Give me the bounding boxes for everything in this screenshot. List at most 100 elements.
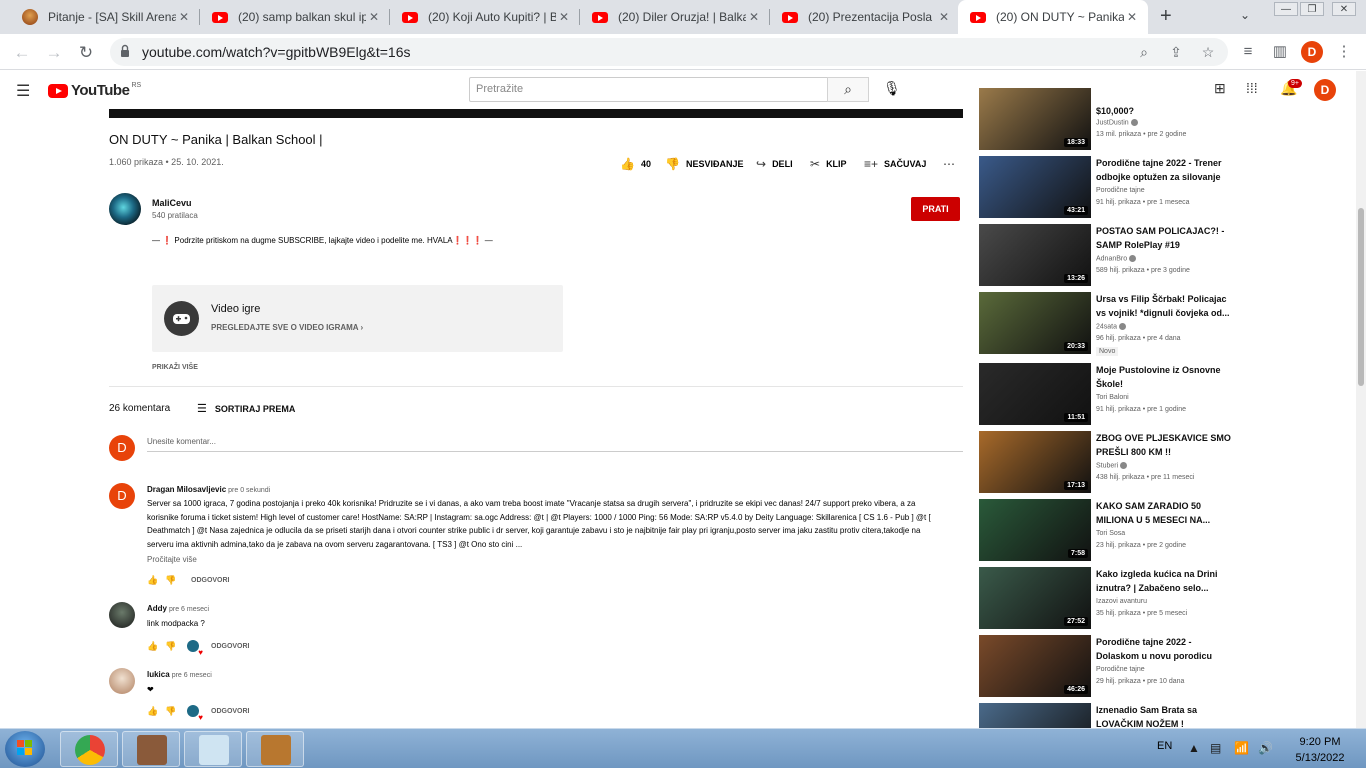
show-more-button[interactable]: PRIKAŽI VIŠE (152, 364, 198, 371)
taskbar-gta-sa[interactable] (246, 731, 304, 767)
recommended-video[interactable]: 13:26 POSTAO SAM POLICAJAC?! - SAMP RoleP… (979, 224, 1239, 286)
url-text[interactable]: youtube.com/watch?v=gpitbWB9Elg&t=16s (142, 44, 411, 60)
close-tab-icon[interactable]: ✕ (556, 9, 572, 25)
comment-like-icon[interactable]: 👍 (147, 706, 165, 717)
language-indicator[interactable]: EN (1157, 740, 1172, 752)
comment-dislike-icon[interactable]: 👎 (165, 641, 183, 652)
recommended-video-channel[interactable]: Stuberi (1096, 462, 1128, 469)
video-thumbnail[interactable]: 43:21 (979, 156, 1091, 218)
hamburger-menu-icon[interactable]: ☰ (16, 81, 30, 101)
page-scrollbar[interactable] (1356, 71, 1366, 728)
minimize-icon[interactable]: — (1274, 2, 1298, 16)
forward-button[interactable]: → (42, 41, 66, 65)
like-button[interactable]: 👍 40 (620, 157, 651, 171)
tab[interactable]: Pitanje - [SA] Skill Arena ✕ (10, 0, 200, 34)
address-bar[interactable]: youtube.com/watch?v=gpitbWB9Elg&t=16s ⌕ … (110, 38, 1228, 66)
subscribe-button[interactable]: PRATI (911, 197, 960, 221)
recommended-video-channel[interactable]: Porodične tajne (1096, 666, 1145, 673)
game-category-card[interactable]: Video igre PREGLEDAJTE SVE O VIDEO IGRAM… (152, 285, 563, 352)
recommended-video-title[interactable]: $10,000? (1096, 104, 1231, 118)
close-window-icon[interactable]: ✕ (1332, 2, 1356, 16)
comment-avatar[interactable] (109, 668, 135, 694)
video-thumbnail[interactable]: 7:58 (979, 499, 1091, 561)
tab-active[interactable]: (20) ON DUTY ~ Panika ✕ (958, 0, 1148, 34)
comment-like-icon[interactable]: 👍 (147, 641, 165, 652)
comment-time[interactable]: pre 6 meseci (169, 606, 209, 613)
volume-icon[interactable]: 🔊 (1258, 741, 1273, 755)
tab[interactable]: (20) Diler Oruzja! | Balka ✕ (580, 0, 770, 34)
taskbar-app-1[interactable] (122, 731, 180, 767)
recommended-video-title[interactable]: Porodične tajne 2022 - Trener odbojke op… (1096, 156, 1231, 184)
close-tab-icon[interactable]: ✕ (1124, 9, 1140, 25)
close-tab-icon[interactable]: ✕ (176, 9, 192, 25)
channel-name[interactable]: MaliCevu (152, 198, 192, 208)
comment-author[interactable]: Dragan Milosavljevic pre 0 sekundi (147, 485, 270, 494)
comment-reply-button[interactable]: ODGOVORI (191, 577, 230, 584)
device-icon[interactable]: ▤ (1210, 741, 1221, 755)
reload-button[interactable]: ↻ (74, 41, 98, 65)
comment-reply-button[interactable]: ODGOVORI (211, 643, 250, 650)
recommended-video[interactable]: 46:26 Porodične tajne 2022 - Dolaskom u n… (979, 635, 1239, 697)
search-button[interactable]: ⌕ (827, 77, 869, 102)
comment-time[interactable]: pre 6 meseci (172, 672, 212, 679)
youtube-logo[interactable]: YouTube RS (48, 82, 141, 99)
lock-icon[interactable] (120, 44, 130, 58)
network-icon[interactable]: 📶 (1234, 741, 1249, 755)
zoom-icon[interactable]: ⌕ (1134, 42, 1154, 62)
share-button[interactable]: ↪ DELI (756, 157, 793, 171)
close-tab-icon[interactable]: ✕ (366, 9, 382, 25)
close-tab-icon[interactable]: ✕ (936, 9, 952, 25)
comment-author[interactable]: Addy pre 6 meseci (147, 604, 209, 613)
save-button[interactable]: ≡+ SAČUVAJ (864, 157, 926, 171)
tab[interactable]: (20) Koji Auto Kupiti? | B ✕ (390, 0, 580, 34)
start-button[interactable] (5, 731, 45, 767)
comment-time[interactable]: pre 0 sekundi (228, 487, 270, 494)
share-icon[interactable]: ⇪ (1166, 42, 1186, 62)
recommended-video-title[interactable]: Iznenadio Sam Brata sa LOVAČKIM NOŽEM ! (1096, 703, 1231, 731)
recommended-video[interactable]: 7:58 KAKO SAM ZARADIO 50 MILIONA U 5 MESE… (979, 499, 1239, 561)
video-thumbnail[interactable]: 46:26 (979, 635, 1091, 697)
comment-dislike-icon[interactable]: 👎 (165, 706, 183, 717)
recommended-video-title[interactable]: POSTAO SAM POLICAJAC?! - SAMP RolePlay #… (1096, 224, 1231, 252)
more-actions-button[interactable]: ⋯ (943, 157, 961, 171)
dislike-button[interactable]: 👎 NESVIĐANJE (665, 157, 743, 171)
side-panel-icon[interactable]: ▥ (1270, 42, 1290, 62)
video-thumbnail[interactable]: 13:26 (979, 224, 1091, 286)
recommended-video-title[interactable]: Kako izgleda kućica na Drini iznutra? | … (1096, 567, 1231, 595)
browser-menu-icon[interactable]: ⋮ (1334, 42, 1354, 62)
recommended-video[interactable]: 43:21 Porodične tajne 2022 - Trener odboj… (979, 156, 1239, 218)
recommended-video-channel[interactable]: AdnanBro (1096, 255, 1137, 262)
recommended-video-channel[interactable]: Porodične tajne (1096, 187, 1145, 194)
comment-reply-button[interactable]: ODGOVORI (211, 708, 250, 715)
comment-avatar[interactable] (109, 602, 135, 628)
show-hidden-icons[interactable]: ▲ (1188, 741, 1200, 755)
recommended-video-title[interactable]: Ursa vs Filip Ščrbak! Policajac vs vojni… (1096, 292, 1231, 320)
video-thumbnail[interactable]: 11:51 (979, 363, 1091, 425)
recommended-video[interactable]: 18:33 $10,000? JustDustin 13 mil. prikaza •… (979, 88, 1239, 150)
recommended-video-channel[interactable]: Izazovi avanturu (1096, 598, 1147, 605)
apps-icon[interactable]: ⁞⁞⁞ (1246, 80, 1258, 96)
read-more-link[interactable]: Pročitajte više (147, 555, 197, 564)
recommended-video[interactable]: 17:13 ZBOG OVE PLJESKAVICE SMO PREŠLI 800… (979, 431, 1239, 493)
recommended-video[interactable]: 27:52 Kako izgleda kućica na Drini iznutr… (979, 567, 1239, 629)
recommended-video-title[interactable]: Porodične tajne 2022 - Dolaskom u novu p… (1096, 635, 1231, 663)
video-thumbnail[interactable]: 27:52 (979, 567, 1091, 629)
recommended-video[interactable]: 20:33 Ursa vs Filip Ščrbak! Policajac vs … (979, 292, 1239, 356)
recommended-video-channel[interactable]: Tori Baloni (1096, 394, 1129, 401)
recommended-video-title[interactable]: ZBOG OVE PLJESKAVICE SMO PREŠLI 800 KM !… (1096, 431, 1231, 459)
video-thumbnail[interactable]: 20:33 (979, 292, 1091, 354)
comment-avatar[interactable]: D (109, 483, 135, 509)
browser-profile-avatar[interactable]: D (1301, 41, 1323, 63)
comment-author[interactable]: lukica pre 6 meseci (147, 670, 212, 679)
comment-input[interactable]: Unesite komentar... (147, 437, 963, 452)
search-input[interactable]: Pretražite (469, 77, 828, 102)
recommended-video-channel[interactable]: Tori Sosa (1096, 530, 1125, 537)
recommended-video-channel[interactable]: JustDustin (1096, 119, 1138, 126)
new-tab-button[interactable]: + (1160, 5, 1172, 28)
comment-like-icon[interactable]: 👍 (147, 575, 165, 586)
tab-search-icon[interactable]: ⌄ (1240, 8, 1250, 22)
clip-button[interactable]: ✂ KLIP (810, 157, 847, 171)
channel-avatar[interactable] (109, 193, 141, 225)
close-tab-icon[interactable]: ✕ (746, 9, 762, 25)
recommended-video-title[interactable]: KAKO SAM ZARADIO 50 MILIONA U 5 MESECI N… (1096, 499, 1231, 527)
